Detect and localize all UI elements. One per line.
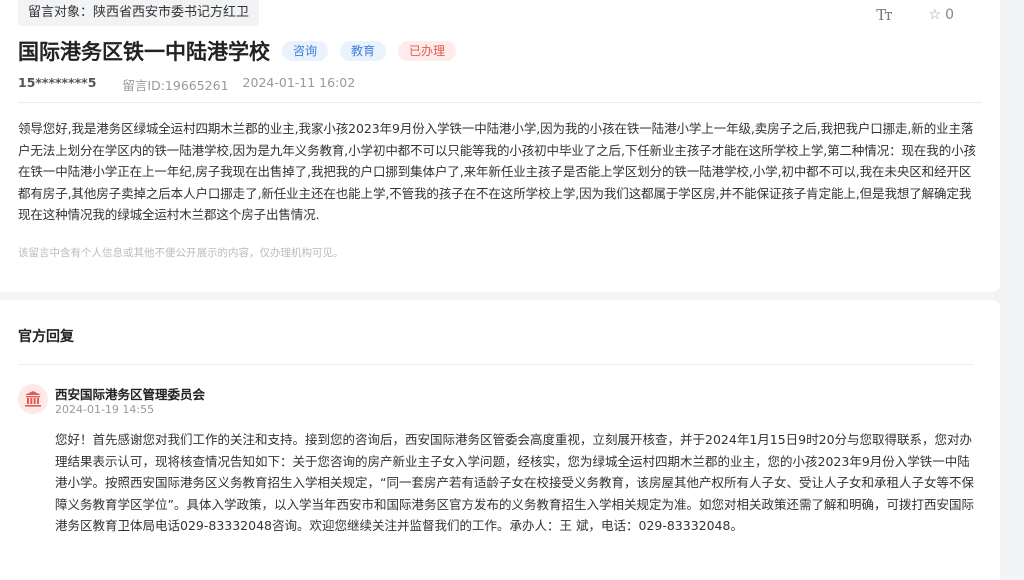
privacy-notice: 该留言中含有个人信息或其他不便公开展示的内容，仅办理机构可见。 [18,247,344,259]
message-card: 留言对象：陕西省西安市委书记方红卫 Tт ☆ 0 国际港务区铁一中陆港学校 咨询… [0,0,1000,292]
status-badge: 已办理 [398,41,457,61]
tag-consult[interactable]: 咨询 [282,41,329,61]
favorite-button[interactable]: ☆ 0 [929,7,954,23]
target-label: 留言对象： [28,5,94,20]
reply-content: 您好！首先感谢您对我们工作的关注和支持。接到您的咨询后，西安国际港务区管委会高度… [55,432,974,533]
font-size-icon: Tт [876,6,892,24]
message-target: 留言对象：陕西省西安市委书记方红卫 [18,0,260,26]
divider [18,102,982,103]
page-title: 国际港务区铁一中陆港学校 [18,40,270,64]
message-id: 留言ID:19665261 [122,78,229,93]
favorite-count: 0 [945,7,954,23]
tag-education[interactable]: 教育 [340,41,387,61]
government-building-icon [25,391,41,407]
title-row: 国际港务区铁一中陆港学校 咨询 教育 已办理 [18,36,457,66]
avatar [18,384,48,414]
target-value: 陕西省西安市委书记方红卫 [93,5,250,20]
reply-date: 2024-01-19 14:55 [55,403,155,416]
reply-card: 官方回复 西安国际港务区管理委员会 2024-01-19 14:55 您好！首先… [0,300,1000,580]
reply-heading: 官方回复 [18,329,74,345]
divider [18,364,974,365]
toolbar: Tт ☆ 0 [876,6,954,24]
message-content: 领导您好,我是港务区绿城全运村四期木兰郡的业主,我家小孩2023年9月份入学铁一… [18,121,976,222]
reply-org-name: 西安国际港务区管理委员会 [55,387,206,402]
post-meta: 15********5 留言ID:19665261 2024-01-11 16:… [18,75,355,94]
author-phone: 15********5 [18,75,97,90]
font-size-button[interactable]: Tт [876,6,892,24]
post-time: 2024-01-11 16:02 [242,75,356,90]
star-icon: ☆ [928,7,942,23]
